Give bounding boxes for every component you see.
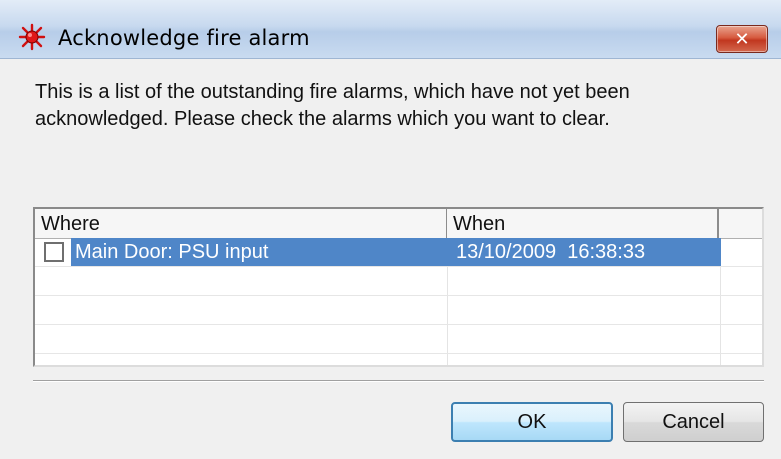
empty-row (35, 267, 762, 296)
column-header-when[interactable]: When (447, 209, 719, 238)
column-header-where[interactable]: Where (35, 209, 447, 238)
separator (33, 380, 764, 382)
fire-alarm-icon (18, 23, 46, 51)
empty-row (35, 325, 762, 354)
list-header: Where When (35, 209, 762, 239)
title-bar[interactable]: Acknowledge fire alarm ✕ (0, 0, 781, 59)
empty-row (35, 296, 762, 325)
window-title: Acknowledge fire alarm (58, 26, 310, 50)
description-text: This is a list of the outstanding fire a… (35, 81, 630, 130)
table-row[interactable]: Main Door: PSU input 13/10/2009 16:38:33 (35, 238, 762, 267)
cancel-button[interactable]: Cancel (623, 402, 764, 442)
alarm-checkbox[interactable] (44, 242, 64, 262)
ok-button[interactable]: OK (451, 402, 613, 442)
close-button[interactable]: ✕ (716, 25, 768, 53)
cell-where: Main Door: PSU input (75, 241, 269, 263)
dialog-window: Acknowledge fire alarm ✕ This is a list … (0, 0, 781, 459)
close-icon: ✕ (734, 28, 750, 50)
alarm-list[interactable]: Where When Main Door: PSU input 13/10/20… (33, 207, 764, 367)
column-header-filler (719, 209, 764, 238)
cell-when: 13/10/2009 16:38:33 (456, 241, 646, 263)
